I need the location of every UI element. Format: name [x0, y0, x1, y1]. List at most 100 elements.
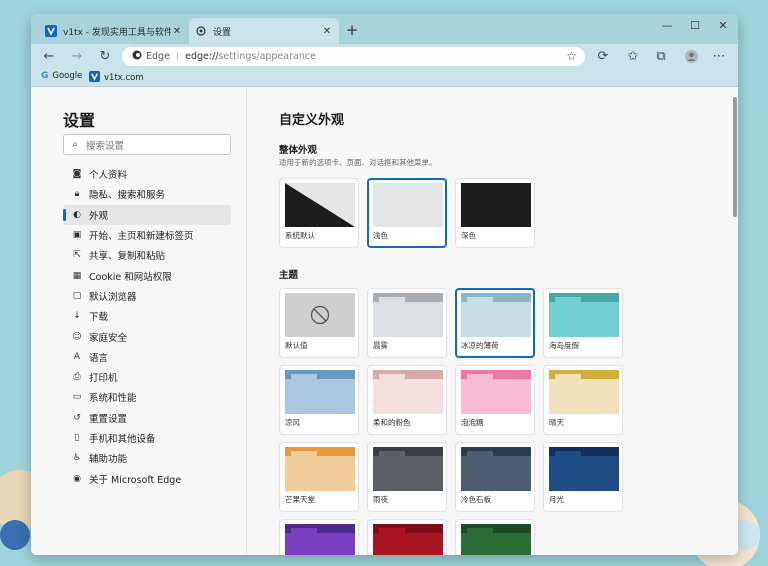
theme-card[interactable] — [279, 519, 359, 555]
navigation-toolbar: ← → ↻ Edge | edge:// settings/appearance… — [31, 44, 738, 68]
sidebar-item[interactable]: A 语言 — [63, 347, 231, 367]
sidebar-item-label: 打印机 — [89, 373, 118, 385]
new-tab-button[interactable]: + — [344, 21, 360, 39]
theme-label: 泡泡糖 — [461, 418, 484, 427]
appearance-option-system[interactable]: 系统默认 — [279, 178, 359, 248]
theme-card[interactable]: 冰凉的薄荷 — [455, 288, 535, 358]
theme-section-title: 主题 — [279, 270, 299, 281]
sidebar-item-label: 语言 — [89, 352, 109, 364]
sidebar-item[interactable]: ▣ 开始、主页和新建标签页 — [63, 225, 231, 245]
reset-icon: ↺ — [73, 412, 81, 423]
theme-card[interactable]: 柔和的粉色 — [367, 365, 447, 435]
divider: | — [175, 51, 180, 62]
settings-sidebar: 设置 ⌕ 搜索设置 ◙ 个人资料 🔒︎ 隐私、搜索和服务 ◐ 外观 ▣ 开始、主页和新建标签页… — [31, 87, 247, 555]
edge-label: Edge — [146, 51, 170, 62]
forward-arrow-icon[interactable]: → — [69, 48, 85, 64]
sidebar-item[interactable]: ☺ 家庭安全 — [63, 326, 231, 346]
theme-preview — [461, 293, 531, 337]
add-favorite-icon[interactable]: ☆ — [566, 49, 577, 63]
sidebar-item[interactable]: ⎙ 打印机 — [63, 367, 231, 387]
close-tab-icon[interactable]: ✕ — [171, 26, 183, 37]
tab-label: v1tx - 发现实用工具与软件 — [63, 27, 171, 38]
theme-label: 芒果天堂 — [285, 495, 315, 504]
accessibility-icon: ♿︎ — [72, 453, 82, 464]
theme-preview — [461, 370, 531, 414]
appearance-option-light[interactable]: 浅色 — [367, 178, 447, 248]
gear-icon — [195, 25, 207, 37]
theme-card[interactable]: 默认值 — [279, 288, 359, 358]
share-icon: ⇱ — [73, 250, 81, 261]
theme-preview — [285, 293, 355, 337]
minimize-button[interactable]: — — [657, 19, 677, 32]
back-arrow-icon[interactable]: ← — [41, 48, 57, 64]
theme-preview — [285, 370, 355, 414]
sidebar-item-label: 手机和其他设备 — [89, 434, 156, 445]
more-menu-icon[interactable]: ⋯ — [711, 48, 727, 64]
sidebar-item[interactable]: ♿︎ 辅助功能 — [63, 448, 231, 468]
theme-card[interactable]: 晴天 — [543, 365, 623, 435]
bookmark-label: v1tx.com — [104, 73, 144, 83]
sidebar-item[interactable]: ▯ 手机和其他设备 — [63, 428, 231, 448]
address-bar[interactable]: Edge | edge:// settings/appearance ☆ — [122, 47, 585, 66]
maximize-button[interactable]: ☐ — [685, 19, 705, 32]
theme-preview — [549, 293, 619, 337]
no-theme-icon — [310, 305, 330, 329]
tab-settings[interactable]: 设置 ✕ — [189, 18, 339, 44]
appearance-panel: 自定义外观 整体外观 适用于新的选项卡、页面、对话框和其他菜单。 系统默认 浅色 深… — [247, 87, 738, 555]
tab-v1tx[interactable]: v1tx - 发现实用工具与软件 ✕ — [39, 18, 189, 44]
appearance-option-label: 系统默认 — [285, 231, 315, 240]
sidebar-item[interactable]: ↓ 下载 — [63, 306, 231, 326]
google-icon: G — [41, 71, 49, 81]
appearance-preview — [285, 183, 355, 227]
theme-card[interactable]: 凉风 — [279, 365, 359, 435]
edge-logo-icon — [132, 50, 142, 63]
url-path: settings/appearance — [218, 51, 316, 62]
theme-card[interactable]: 海岛度假 — [543, 288, 623, 358]
theme-card[interactable]: 芒果天堂 — [279, 442, 359, 512]
scrollbar[interactable] — [733, 97, 737, 217]
sidebar-item-label: 外观 — [89, 210, 109, 222]
theme-preview — [373, 370, 443, 414]
favorites-icon[interactable]: ✩ — [625, 48, 641, 64]
settings-nav-list: ◙ 个人资料 🔒︎ 隐私、搜索和服务 ◐ 外观 ▣ 开始、主页和新建标签页 ⇱ 共享、复制和粘贴 ▦… — [63, 164, 231, 489]
sidebar-item[interactable]: ◉ 关于 Microsoft Edge — [63, 468, 231, 488]
theme-card[interactable]: 月光 — [543, 442, 623, 512]
bookmark-google[interactable]: G Google — [41, 71, 82, 81]
refresh-icon[interactable]: ↻ — [97, 48, 113, 64]
sidebar-item[interactable]: ⇱ 共享、复制和粘贴 — [63, 245, 231, 265]
extensions-icon[interactable]: ⟳ — [595, 48, 611, 64]
theme-card[interactable]: 泡泡糖 — [455, 365, 535, 435]
sidebar-item[interactable]: ◙ 个人资料 — [63, 164, 231, 184]
theme-label: 雨夜 — [373, 495, 388, 504]
appearance-option-dark[interactable]: 深色 — [455, 178, 535, 248]
bookmarks-bar: G Google v1tx.com — [31, 68, 738, 87]
close-tab-icon[interactable]: ✕ — [321, 26, 333, 37]
theme-card[interactable] — [367, 519, 447, 555]
theme-label: 柔和的粉色 — [373, 418, 411, 427]
profile-avatar-icon[interactable] — [683, 48, 699, 64]
sidebar-item[interactable]: ▦ Cookie 和网站权限 — [63, 265, 231, 285]
phone-icon: ▯ — [74, 433, 80, 443]
theme-preview — [373, 524, 443, 555]
overall-appearance-title: 整体外观 — [279, 145, 318, 156]
sidebar-item[interactable]: ↺ 重置设置 — [63, 408, 231, 428]
sidebar-item[interactable]: ◐ 外观 — [63, 204, 231, 225]
cookie-icon: ▦ — [72, 270, 82, 281]
sidebar-item[interactable]: ▭ 系统和性能 — [63, 387, 231, 407]
close-window-button[interactable]: ✕ — [713, 19, 733, 32]
profile-icon: ◙ — [72, 169, 82, 180]
search-input[interactable]: ⌕ 搜索设置 — [63, 134, 231, 155]
theme-card[interactable] — [455, 519, 535, 555]
theme-card[interactable]: 雨夜 — [367, 442, 447, 512]
edge-logo-icon: ◉ — [73, 473, 81, 484]
theme-preview — [285, 447, 355, 491]
tab-label: 设置 — [213, 27, 232, 38]
bookmark-v1tx[interactable]: v1tx.com — [89, 71, 144, 85]
sidebar-item[interactable]: 🔒︎ 隐私、搜索和服务 — [63, 184, 231, 204]
browser-window: v1tx - 发现实用工具与软件 ✕ 设置 ✕ + — ☐ ✕ ← → ↻ Ed… — [31, 14, 738, 555]
theme-card[interactable]: 晨雾 — [367, 288, 447, 358]
sidebar-item[interactable]: ▢ 默认浏览器 — [63, 286, 231, 306]
sidebar-item-label: 家庭安全 — [89, 332, 128, 344]
collections-icon[interactable]: ⧉ — [653, 48, 669, 64]
theme-card[interactable]: 冷色石板 — [455, 442, 535, 512]
